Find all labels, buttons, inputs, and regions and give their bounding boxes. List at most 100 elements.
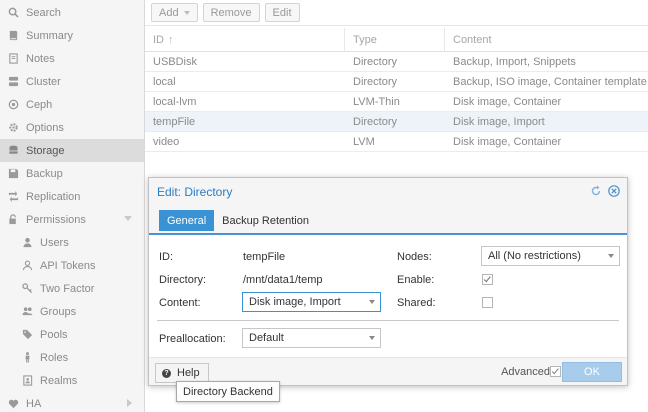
sidebar-item-groups[interactable]: Groups — [0, 300, 144, 323]
preallocation-label: Preallocation: — [159, 333, 226, 345]
ok-button[interactable]: OK — [562, 362, 622, 382]
help-button[interactable]: ? Help — [155, 363, 209, 383]
table-row[interactable]: USBDisk Directory Backup, Import, Snippe… — [145, 52, 648, 72]
reset-icon[interactable] — [590, 185, 602, 197]
sidebar-item-ceph[interactable]: Ceph — [0, 93, 144, 116]
help-button-label: Help — [177, 367, 200, 379]
sidebar-item-options[interactable]: Options — [0, 116, 144, 139]
content-select[interactable]: Disk image, Import — [242, 292, 381, 312]
chevron-down-icon — [183, 10, 190, 15]
cell-id: tempFile — [153, 115, 196, 128]
remove-button[interactable]: Remove — [202, 3, 260, 22]
sidebar-item-search[interactable]: Search — [0, 1, 144, 24]
sidebar-item-users[interactable]: Users — [0, 231, 144, 254]
sidebar-item-label: Permissions — [26, 213, 86, 226]
key-icon — [22, 283, 33, 294]
gear-icon — [8, 122, 19, 133]
cell-content: Backup, Import, Snippets — [453, 55, 576, 68]
sidebar-item-label: Roles — [40, 351, 69, 364]
enable-checkbox[interactable] — [482, 274, 493, 285]
table-row-selected[interactable]: tempFile Directory Disk image, Import — [145, 112, 648, 132]
enable-label: Enable: — [397, 274, 435, 286]
preallocation-select[interactable]: Default — [242, 328, 381, 348]
sidebar-item-storage[interactable]: Storage — [0, 139, 144, 162]
content-select-value: Disk image, Import — [249, 296, 341, 308]
sidebar-item-cluster[interactable]: Cluster — [0, 70, 144, 93]
sidebar-item-label: Backup — [26, 167, 63, 180]
tab-backup-retention[interactable]: Backup Retention — [214, 210, 317, 231]
cell-id: local-lvm — [153, 95, 197, 108]
sidebar-item-label: Two Factor — [40, 282, 95, 295]
divider — [157, 320, 619, 321]
help-tooltip: Directory Backend — [176, 381, 280, 402]
sidebar-item-realms[interactable]: Realms — [0, 369, 144, 392]
sidebar-item-pools[interactable]: Pools — [0, 323, 144, 346]
sidebar-item-two-factor[interactable]: Two Factor — [0, 277, 144, 300]
advanced-label: Advanced — [501, 366, 550, 378]
column-header-label: ID — [153, 33, 164, 46]
grid-header: ID ↑ Type Content — [145, 28, 648, 52]
column-header-content[interactable]: Content — [445, 28, 648, 51]
ceph-icon — [8, 99, 19, 110]
chevron-down-icon[interactable] — [124, 216, 132, 221]
sidebar-item-permissions[interactable]: Permissions — [0, 208, 144, 231]
sidebar-item-summary[interactable]: Summary — [0, 24, 144, 47]
id-label: ID: — [159, 251, 174, 263]
advanced-checkbox[interactable] — [550, 366, 561, 377]
sidebar-item-label: Options — [26, 121, 64, 134]
sidebar-item-notes[interactable]: Notes — [0, 47, 144, 70]
sidebar-item-label: API Tokens — [40, 259, 96, 272]
heartbeat-icon — [8, 398, 19, 409]
user-icon — [22, 237, 33, 248]
nodes-select-value: All (No restrictions) — [488, 250, 581, 262]
table-row[interactable]: video LVM Disk image, Container — [145, 132, 648, 152]
sidebar-item-label: Notes — [26, 52, 55, 65]
sidebar-item-label: Search — [26, 6, 61, 19]
table-row[interactable]: local-lvm LVM-Thin Disk image, Container — [145, 92, 648, 112]
server-icon — [8, 76, 19, 87]
cell-content: Backup, ISO image, Container template — [453, 75, 647, 88]
remove-button-label: Remove — [210, 6, 252, 19]
shared-checkbox[interactable] — [482, 297, 493, 308]
chevron-down-icon — [608, 254, 614, 258]
chevron-right-icon[interactable] — [127, 399, 132, 407]
dialog-tabs: General Backup Retention — [149, 205, 627, 235]
close-icon[interactable] — [608, 185, 620, 197]
male-icon — [22, 352, 33, 363]
user-outline-icon — [22, 260, 33, 271]
cell-type: Directory — [353, 75, 398, 88]
sidebar-item-replication[interactable]: Replication — [0, 185, 144, 208]
tags-icon — [22, 329, 33, 340]
nodes-select[interactable]: All (No restrictions) — [481, 246, 620, 266]
sidebar-item-api-tokens[interactable]: API Tokens — [0, 254, 144, 277]
dialog-title: Edit: Directory — [157, 184, 233, 199]
sidebar-item-label: Realms — [40, 374, 78, 387]
sidebar-item-roles[interactable]: Roles — [0, 346, 144, 369]
sidebar-item-backup[interactable]: Backup — [0, 162, 144, 185]
users-icon — [22, 306, 33, 317]
toolbar: Add Remove Edit — [145, 0, 648, 26]
column-header-label: Content — [453, 33, 492, 46]
sidebar-item-label: Groups — [40, 305, 77, 318]
sidebar-item-ha[interactable]: HA — [0, 392, 144, 412]
cell-type: LVM-Thin — [353, 95, 400, 108]
content-label: Content: — [159, 297, 201, 309]
column-header-type[interactable]: Type — [345, 28, 445, 51]
add-button[interactable]: Add — [151, 3, 198, 22]
sidebar-item-label: Summary — [26, 29, 74, 42]
cell-id: local — [153, 75, 176, 88]
cell-id: video — [153, 135, 180, 148]
add-button-label: Add — [159, 6, 179, 19]
sidebar-item-label: Ceph — [26, 98, 53, 111]
retweet-icon — [8, 191, 19, 202]
tab-general[interactable]: General — [159, 210, 215, 231]
cell-id: USBDisk — [153, 55, 198, 68]
nodes-label: Nodes: — [397, 251, 432, 263]
table-row[interactable]: local Directory Backup, ISO image, Conta… — [145, 72, 648, 92]
column-header-id[interactable]: ID ↑ — [145, 28, 345, 51]
edit-button[interactable]: Edit — [264, 3, 300, 22]
directory-label: Directory: — [159, 274, 207, 286]
notes-icon — [8, 53, 19, 64]
cell-type: Directory — [353, 55, 398, 68]
directory-value: /mnt/data1/temp — [243, 274, 323, 286]
